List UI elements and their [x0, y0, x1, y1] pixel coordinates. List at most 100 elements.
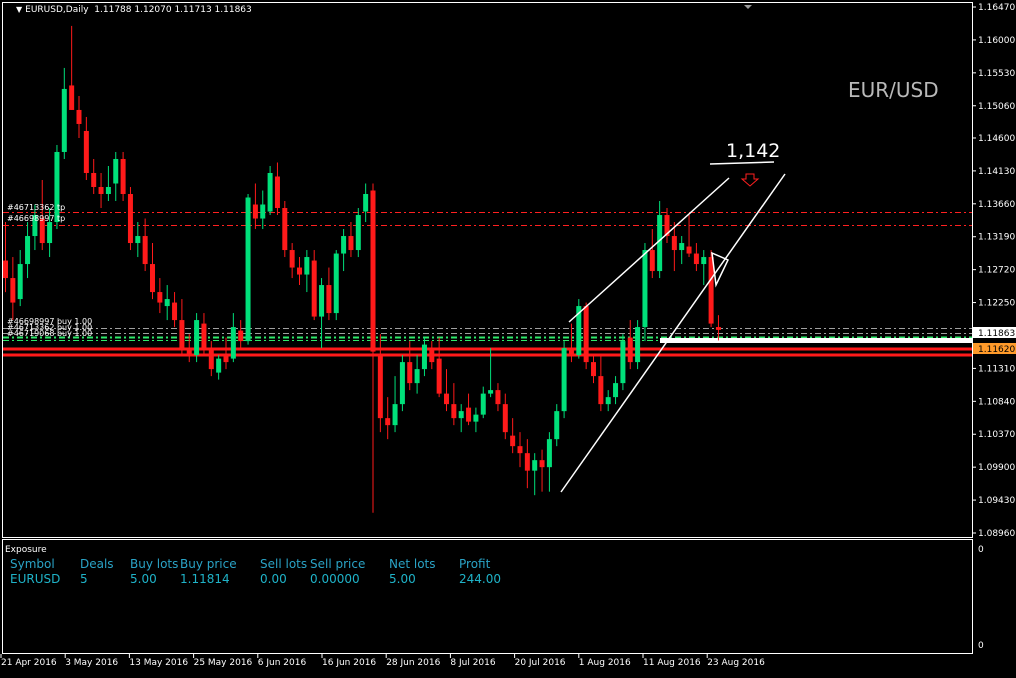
candle [142, 218, 148, 272]
candle [385, 397, 391, 440]
candle-body-bear [186, 348, 192, 356]
col-profit[interactable]: Profit [459, 557, 490, 571]
candle [679, 236, 685, 265]
candle [510, 418, 516, 454]
candle [83, 116, 89, 180]
candle [76, 95, 82, 138]
candle-body-bull [25, 236, 31, 265]
candle-body-bear [591, 362, 596, 377]
price-tick-label: 1.12250 [978, 299, 1015, 309]
candle [267, 165, 273, 216]
candle [252, 183, 258, 230]
candle-body-bear [69, 85, 75, 110]
line-price-label: 1.11620 [978, 345, 1015, 355]
candle [466, 393, 472, 426]
candle-body-bear [289, 250, 295, 268]
candle-body-bull [267, 172, 273, 212]
price-tick-label: 1.15530 [978, 69, 1015, 79]
col-symbol[interactable]: Symbol [10, 557, 55, 571]
col-net-lots[interactable]: Net lots [389, 557, 436, 571]
time-tick-label: 1 Aug 2016 [579, 658, 631, 668]
candle-body-bull [642, 250, 648, 328]
candle-body-bull [561, 348, 567, 412]
candle [591, 355, 596, 384]
candle [194, 313, 200, 363]
cell-net-lots: 5.00 [389, 572, 416, 586]
candle-body-bull [480, 393, 486, 415]
candle-body-bear [444, 393, 449, 405]
candle-body-bull [216, 358, 222, 373]
candle [642, 243, 648, 342]
candle-body-bear [127, 194, 133, 244]
exposure-panel[interactable]: Exposure Symbol Deals Buy lots Buy price… [2, 543, 972, 653]
candle-body-bull [458, 411, 464, 419]
price-tick-label: 1.12720 [978, 266, 1015, 276]
time-tick-label: 28 Jun 2016 [386, 658, 440, 668]
candle-body-bull [113, 158, 119, 184]
price-tick-label: 1.13190 [978, 233, 1015, 243]
col-sell-lots[interactable]: Sell lots [260, 557, 307, 571]
chart-menu-triangle-icon[interactable]: ▼ [16, 5, 22, 14]
candle-body-bull [333, 253, 339, 314]
candle-body-bear [370, 190, 376, 352]
candle-body-bear [157, 292, 163, 303]
order-tag-buy3[interactable]: #46719068 buy 1.00 [7, 329, 92, 338]
candle-body-bear [539, 460, 545, 468]
price-tick-label: 1.14130 [978, 167, 1015, 177]
col-deals[interactable]: Deals [80, 557, 114, 571]
candle-body-bull [488, 390, 494, 394]
chart-symbol-period: EURUSD,Daily [25, 5, 89, 15]
candle [605, 390, 611, 412]
col-sell-price[interactable]: Sell price [310, 557, 365, 571]
candle [304, 250, 310, 293]
chart-shift-marker-icon[interactable] [744, 5, 752, 9]
price-tick-label: 1.14600 [978, 134, 1015, 144]
candle [613, 376, 619, 405]
candle [627, 320, 633, 370]
candle [583, 302, 589, 370]
candle [451, 383, 457, 426]
candle-body-bear [385, 418, 391, 426]
exposure-axis-bottom: 0 [978, 641, 984, 651]
chart-window[interactable]: 1.16470 1.16000 1.15530 1.15060 1.14600 1.141… [0, 0, 1016, 674]
candle [444, 369, 449, 412]
candle [502, 393, 508, 440]
candle-body-bear [708, 257, 714, 324]
candle [341, 229, 347, 272]
candle [414, 355, 420, 394]
candle [517, 432, 523, 468]
price-tick-label: 1.13660 [978, 200, 1015, 210]
candle [664, 208, 670, 244]
candle [179, 299, 185, 356]
candle [113, 151, 119, 202]
candle [157, 278, 163, 314]
order-tag-tp2[interactable]: #46698997 tp [7, 214, 65, 223]
price-tick-label: 1.10370 [978, 430, 1015, 440]
candle-body-bull [105, 187, 111, 195]
time-tick-label: 8 Jul 2016 [450, 658, 495, 668]
candle-body-bull [473, 414, 479, 422]
time-axis: 21 Apr 2016 3 May 2016 13 May 2016 25 May 2… [0, 654, 765, 668]
col-buy-lots[interactable]: Buy lots [130, 557, 178, 571]
candle [576, 299, 582, 359]
candle [429, 341, 435, 370]
candle-body-bear [686, 246, 692, 254]
candle-body-bear [693, 253, 699, 265]
col-buy-price[interactable]: Buy price [180, 557, 237, 571]
candle [245, 194, 251, 345]
time-tick-label: 20 Jul 2016 [515, 658, 566, 668]
candle [238, 320, 244, 349]
price-axis: 1.16470 1.16000 1.15530 1.15060 1.14600 1.141… [972, 3, 1015, 539]
candle-body-bull [341, 236, 347, 254]
candle-body-bear [282, 208, 288, 251]
channel-upper-line[interactable] [568, 177, 730, 323]
down-arrow-icon [740, 173, 760, 187]
candle [635, 320, 641, 370]
candle-body-bear [583, 306, 589, 363]
order-tag-tp1[interactable]: #46713362 tp [7, 203, 65, 212]
candle-body-bear [120, 158, 126, 195]
candle-body-bear [510, 435, 516, 447]
exposure-axis-top: 0 [978, 545, 984, 555]
chart-title: ▼ EURUSD,Daily 1.11788 1.12070 1.11713 1.… [16, 5, 252, 15]
candle-body-bear [502, 404, 508, 433]
